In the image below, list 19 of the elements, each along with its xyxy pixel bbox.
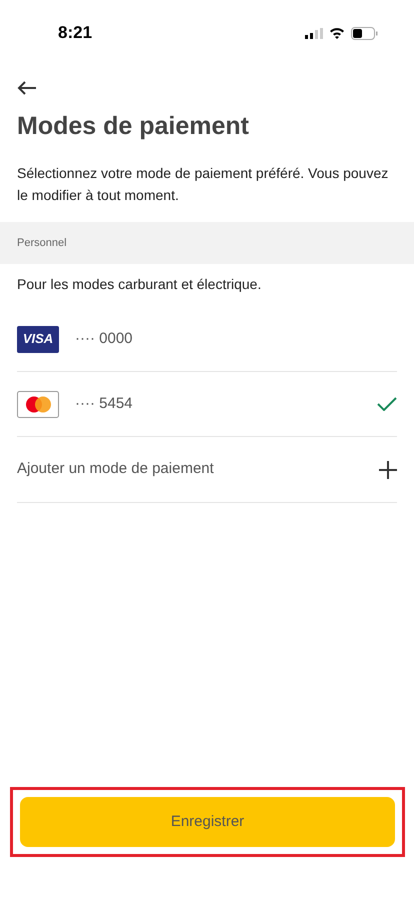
section-label: Personnel [17, 236, 67, 251]
battery-icon [351, 26, 378, 40]
signal-icon [305, 28, 323, 38]
section-subtitle: Pour les modes carburant et électrique. [16, 275, 262, 294]
back-arrow-icon[interactable] [17, 80, 37, 96]
add-payment-row[interactable]: Ajouter un mode de paiement [17, 437, 397, 503]
payment-card-row[interactable]: ···· 5454 [17, 372, 397, 437]
card-number: ···· 0000 [75, 328, 134, 349]
card-logo-icon [17, 390, 59, 418]
payment-card-row[interactable]: VISA ···· 0000 [17, 307, 397, 372]
card-logo-icon: VISA [17, 326, 59, 352]
wifi-icon [329, 27, 345, 39]
checkmark-icon [377, 397, 397, 411]
plus-icon [379, 460, 397, 478]
status-time: 8:21 [58, 22, 92, 44]
card-number: ···· 5454 [75, 394, 134, 414]
description-text: Sélectionnez votre mode de paiement préféré. Vous pouvez le modifier à tout moment. [16, 164, 390, 205]
page-title: Modes de paiement [16, 111, 250, 142]
save-button[interactable]: Enregistrer [20, 797, 395, 847]
